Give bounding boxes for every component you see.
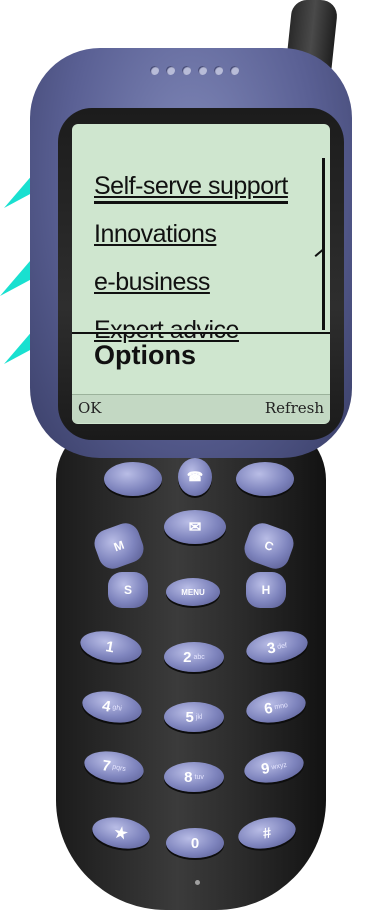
message-button[interactable]: ✉ [164, 510, 226, 544]
key-2[interactable]: 2 abc [164, 642, 224, 672]
key-5-letters: jkl [195, 713, 203, 721]
phone-screen: Self-serve support Innovations e-busines… [72, 124, 330, 424]
h-key[interactable]: H [246, 572, 286, 608]
menu-item-e-business[interactable]: e-business [94, 268, 210, 297]
softkey-refresh[interactable]: Refresh [265, 399, 324, 417]
key-9-number: 9 [259, 759, 271, 778]
softkey-bar: OK Refresh [72, 394, 330, 423]
key-0[interactable]: 0 [166, 828, 224, 858]
softkey-ok[interactable]: OK [78, 399, 102, 417]
key-7-letters: pqrs [111, 763, 127, 773]
key-9-letters: wxyz [270, 761, 288, 771]
key-2-letters: abc [193, 653, 205, 661]
microphone-hole [195, 880, 200, 885]
options-label[interactable]: Options [94, 340, 196, 371]
menu-item-innovations[interactable]: Innovations [94, 220, 217, 249]
left-softkey-button[interactable] [104, 462, 162, 496]
h-key-label: H [261, 583, 271, 597]
star-icon: ★ [112, 823, 130, 844]
right-softkey-button[interactable] [236, 462, 294, 496]
s-key-label: S [123, 583, 132, 597]
key-3-number: 3 [265, 638, 277, 658]
divider [72, 332, 330, 334]
key-8[interactable]: 8 tuv [164, 762, 224, 792]
key-5[interactable]: 5 jkl [164, 702, 224, 732]
menu-button[interactable]: MENU [166, 578, 220, 606]
key-5-number: 5 [185, 708, 194, 726]
key-8-letters: tuv [194, 773, 204, 781]
phone-icon: ☎ [186, 469, 204, 484]
c-key-label: C [262, 537, 276, 555]
key-4-number: 4 [100, 696, 112, 716]
key-2-number: 2 [183, 648, 192, 666]
key-3-letters: def [276, 641, 288, 651]
key-4-letters: ghi [111, 703, 123, 713]
nav-up-button[interactable]: ☎ [178, 458, 212, 496]
hash-icon: # [261, 823, 273, 843]
key-0-number: 0 [190, 834, 200, 852]
menu-key-label: MENU [181, 587, 205, 597]
scrollbar[interactable] [322, 158, 325, 330]
key-6-letters: mno [273, 701, 289, 711]
envelope-icon: ✉ [188, 519, 202, 536]
earpiece-speaker [150, 62, 260, 75]
key-8-number: 8 [184, 768, 193, 786]
key-7-number: 7 [100, 756, 112, 775]
menu-item-self-serve-support[interactable]: Self-serve support [94, 172, 288, 204]
key-6-number: 6 [262, 699, 274, 718]
m-key-label: M [111, 537, 127, 555]
key-1-number: 1 [104, 637, 116, 656]
s-key[interactable]: S [108, 572, 148, 608]
